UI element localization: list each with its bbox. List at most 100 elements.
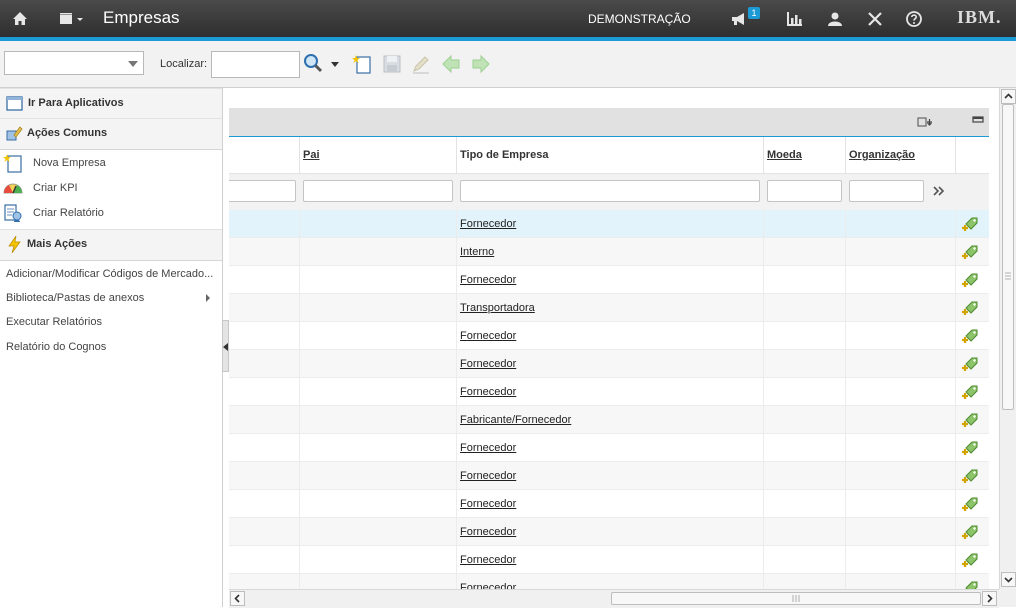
edit-icon[interactable]	[410, 53, 432, 75]
more-actions-header[interactable]: Mais Ações	[0, 229, 222, 261]
filter-input-tipo-empresa[interactable]	[460, 180, 760, 202]
scroll-left-icon[interactable]	[230, 591, 245, 606]
action-new-company[interactable]: Nova Empresa	[0, 152, 222, 174]
previous-arrow-icon[interactable]	[440, 53, 462, 75]
filter-input-moeda[interactable]	[767, 180, 842, 202]
table-row[interactable]: Fornecedor	[229, 518, 989, 546]
download-icon[interactable]	[917, 115, 933, 129]
vertical-scrollbar[interactable]	[999, 88, 1016, 589]
column-header-pai[interactable]: Pai	[303, 149, 320, 161]
announcement-icon[interactable]	[729, 9, 749, 29]
table-row[interactable]: Transportadora	[229, 294, 989, 322]
cell-divider	[299, 546, 300, 574]
table-row[interactable]: Fornecedor	[229, 322, 989, 350]
home-icon[interactable]	[10, 9, 30, 29]
scroll-up-icon[interactable]	[1001, 89, 1016, 104]
action-create-report[interactable]: Criar Relatório	[0, 202, 222, 224]
add-to-bookmarks-icon[interactable]	[961, 439, 981, 457]
help-icon[interactable]	[904, 9, 924, 29]
cell-tipo-empresa-link[interactable]: Fabricante/Fornecedor	[460, 414, 571, 426]
cell-divider	[763, 490, 764, 518]
cell-tipo-empresa-link[interactable]: Fornecedor	[460, 498, 516, 510]
find-input[interactable]	[211, 51, 300, 78]
cell-divider	[456, 406, 457, 434]
cell-tipo-empresa-link[interactable]: Interno	[460, 246, 494, 258]
common-actions-header[interactable]: Ações Comuns	[0, 118, 222, 150]
column-header-moeda[interactable]: Moeda	[767, 149, 802, 161]
cell-divider	[845, 238, 846, 266]
menu-icon[interactable]	[57, 9, 85, 29]
table-row[interactable]: Interno	[229, 238, 989, 266]
add-to-bookmarks-icon[interactable]	[961, 271, 981, 289]
column-header-organizacao[interactable]: Organização	[849, 149, 915, 161]
add-to-bookmarks-icon[interactable]	[961, 495, 981, 513]
add-to-bookmarks-icon[interactable]	[961, 355, 981, 373]
user-icon[interactable]	[825, 9, 845, 29]
add-to-bookmarks-icon[interactable]	[961, 299, 981, 317]
cell-divider	[763, 210, 764, 238]
cell-tipo-empresa-link[interactable]: Fornecedor	[460, 386, 516, 398]
minimize-table-icon[interactable]	[972, 115, 984, 125]
cell-tipo-empresa-link[interactable]: Fornecedor	[460, 358, 516, 370]
cell-tipo-empresa-link[interactable]: Fornecedor	[460, 470, 516, 482]
table-row[interactable]: Fornecedor	[229, 546, 989, 574]
action-create-kpi[interactable]: Criar KPI	[0, 177, 222, 199]
cell-divider	[955, 238, 956, 266]
table-row[interactable]: Fornecedor	[229, 462, 989, 490]
table-row[interactable]: Fornecedor	[229, 574, 989, 589]
table-row[interactable]: Fornecedor	[229, 378, 989, 406]
vertical-scroll-thumb[interactable]	[1002, 104, 1014, 410]
search-options-chevron-icon[interactable]	[329, 53, 341, 75]
filter-input-name[interactable]	[229, 180, 296, 202]
table-row[interactable]: Fornecedor	[229, 266, 989, 294]
filter-input-pai[interactable]	[303, 180, 453, 202]
cell-tipo-empresa-link[interactable]: Fornecedor	[460, 218, 516, 230]
goto-applications-header[interactable]: Ir Para Aplicativos	[0, 88, 222, 120]
table-row[interactable]: Fabricante/Fornecedor	[229, 406, 989, 434]
cell-divider	[299, 434, 300, 462]
chevron-down-icon[interactable]	[128, 61, 138, 67]
collapse-sidebar-handle[interactable]	[222, 320, 229, 372]
table-row[interactable]: Fornecedor	[229, 350, 989, 378]
save-icon[interactable]	[381, 53, 403, 75]
cell-tipo-empresa-link[interactable]: Transportadora	[460, 302, 535, 314]
add-to-bookmarks-icon[interactable]	[961, 243, 981, 261]
filter-input-organizacao[interactable]	[849, 180, 924, 202]
cell-divider	[456, 266, 457, 294]
cell-divider	[955, 574, 956, 589]
next-arrow-icon[interactable]	[470, 53, 492, 75]
cell-tipo-empresa-link[interactable]: Fornecedor	[460, 330, 516, 342]
add-to-bookmarks-icon[interactable]	[961, 579, 981, 589]
more-action-run-reports[interactable]: Executar Relatórios	[6, 316, 102, 328]
more-action-market-codes[interactable]: Adicionar/Modificar Códigos de Mercado..…	[6, 268, 213, 280]
cell-tipo-empresa-link[interactable]: Fornecedor	[460, 554, 516, 566]
add-to-bookmarks-icon[interactable]	[961, 327, 981, 345]
cell-divider	[299, 406, 300, 434]
search-icon[interactable]	[302, 52, 324, 74]
add-to-bookmarks-icon[interactable]	[961, 551, 981, 569]
add-to-bookmarks-icon[interactable]	[961, 383, 981, 401]
more-action-cognos-report[interactable]: Relatório do Cognos	[6, 341, 106, 353]
add-to-bookmarks-icon[interactable]	[961, 523, 981, 541]
scroll-down-icon[interactable]	[1001, 572, 1016, 587]
table-row[interactable]: Fornecedor	[229, 490, 989, 518]
cell-tipo-empresa-link[interactable]: Fornecedor	[460, 442, 516, 454]
more-columns-icon[interactable]	[932, 184, 946, 198]
horizontal-scrollbar[interactable]	[229, 589, 999, 608]
more-action-attachments-library[interactable]: Biblioteca/Pastas de anexos	[6, 292, 144, 304]
chart-icon[interactable]	[785, 9, 805, 29]
cell-tipo-empresa-link[interactable]: Fornecedor	[460, 582, 516, 589]
table-row[interactable]: Fornecedor	[229, 210, 989, 238]
add-to-bookmarks-icon[interactable]	[961, 467, 981, 485]
add-to-bookmarks-icon[interactable]	[961, 411, 981, 429]
saved-query-select[interactable]	[4, 51, 144, 75]
cell-tipo-empresa-link[interactable]: Fornecedor	[460, 526, 516, 538]
add-to-bookmarks-icon[interactable]	[961, 215, 981, 233]
horizontal-scroll-thumb[interactable]	[611, 592, 981, 605]
close-icon[interactable]	[865, 9, 885, 29]
table-row[interactable]: Fornecedor	[229, 434, 989, 462]
cell-tipo-empresa-link[interactable]: Fornecedor	[460, 274, 516, 286]
new-record-icon[interactable]	[351, 53, 373, 75]
scroll-right-icon[interactable]	[982, 591, 997, 606]
column-header-tipo-empresa[interactable]: Tipo de Empresa	[460, 149, 548, 161]
